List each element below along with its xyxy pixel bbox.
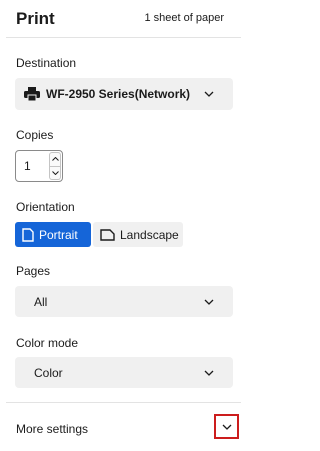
color-mode-select[interactable]: Color [15, 357, 233, 388]
more-settings-label: More settings [16, 422, 89, 436]
print-header: Print 1 sheet of paper [0, 0, 247, 38]
landscape-label: Landscape [120, 227, 179, 242]
chevron-down-icon [204, 299, 214, 305]
print-panel: Print 1 sheet of paper Destination WF-29… [0, 0, 247, 451]
chevron-down-icon [51, 170, 59, 175]
page-title: Print [16, 9, 55, 28]
portrait-label: Portrait [39, 227, 78, 242]
stepper-buttons [49, 152, 61, 180]
header-divider [6, 37, 241, 38]
destination-value: WF-2950 Series(Network) [46, 87, 191, 101]
color-mode-value: Color [34, 365, 63, 380]
pages-select[interactable]: All [15, 286, 233, 317]
pages-value: All [34, 294, 48, 309]
color-mode-label: Color mode [16, 336, 79, 350]
more-settings-expand-button[interactable] [214, 414, 239, 439]
pages-label: Pages [16, 264, 51, 278]
chevron-down-icon [204, 370, 214, 376]
copies-label: Copies [16, 128, 54, 142]
printer-icon [24, 87, 40, 101]
landscape-button[interactable]: Landscape [93, 222, 183, 247]
landscape-icon [100, 228, 115, 241]
increment-button[interactable] [49, 152, 61, 167]
chevron-down-icon [204, 91, 214, 97]
copies-stepper[interactable]: 1 [15, 150, 63, 182]
chevron-down-icon [222, 424, 231, 430]
decrement-button[interactable] [49, 166, 61, 180]
portrait-button[interactable]: Portrait [15, 222, 91, 247]
chevron-up-icon [51, 157, 59, 162]
destination-select[interactable]: WF-2950 Series(Network) [15, 78, 233, 110]
section-divider [6, 402, 241, 403]
orientation-label: Orientation [16, 200, 75, 214]
destination-label: Destination [16, 56, 77, 70]
sheet-count: 1 sheet of paper [144, 12, 224, 24]
portrait-icon [22, 227, 34, 242]
copies-value: 1 [24, 159, 31, 173]
